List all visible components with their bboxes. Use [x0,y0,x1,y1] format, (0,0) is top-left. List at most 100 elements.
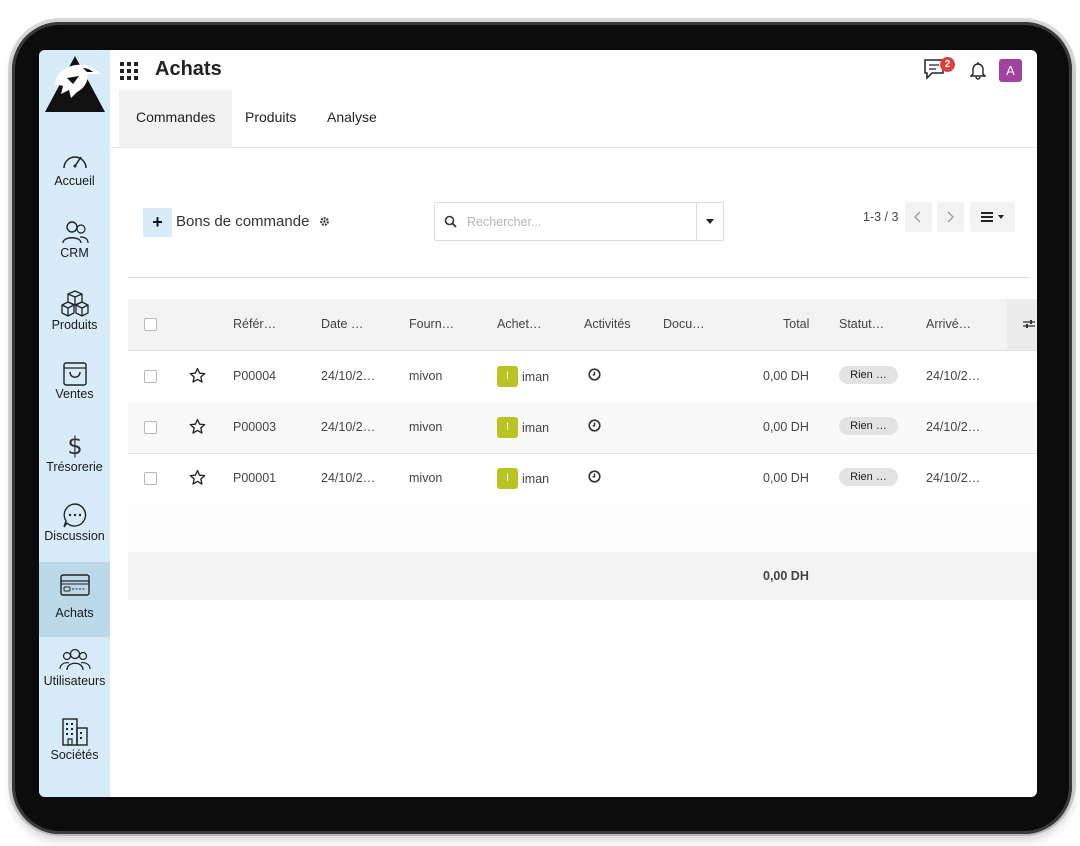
star-icon[interactable] [189,469,206,486]
list-view-icon [981,212,993,222]
column-header-buyer[interactable]: Achet… [497,317,541,331]
search-options-toggle[interactable] [696,203,723,240]
cell-date: 24/10/2… [321,369,376,383]
breadcrumb: Bons de commande [176,213,310,230]
module-tabs: Commandes Produits Analyse [110,90,1037,148]
cell-reference: P00004 [233,369,277,383]
gear-icon[interactable] [319,216,330,227]
cell-supplier: mivon [409,420,443,434]
screen: Accueil CRM Produits Ventes $ Trésorerie… [39,50,1037,797]
cell-total: 0,00 DH [763,369,809,383]
cell-arrival: 24/10/2… [926,471,981,485]
clock-icon[interactable] [588,419,601,432]
sidebar-item-discussion[interactable]: Discussion [39,501,110,571]
optional-columns-toggle[interactable] [1007,299,1037,350]
chevron-right-icon [947,211,954,223]
cell-date: 24/10/2… [321,420,376,434]
tab-analyse[interactable]: Analyse [310,90,394,147]
sidebar-item-accueil[interactable]: Accueil [39,148,110,218]
row-checkbox[interactable] [144,370,157,383]
cell-arrival: 24/10/2… [926,420,981,434]
cell-buyer: iman [522,421,550,435]
column-header-total[interactable]: Total [783,317,809,331]
star-icon[interactable] [189,367,206,384]
view-switcher-button[interactable] [970,202,1015,232]
card-icon [59,574,90,596]
row-checkbox[interactable] [144,421,157,434]
column-header-status[interactable]: Statut… [839,317,884,331]
pager-previous-button[interactable] [905,202,932,232]
cell-arrival: 24/10/2… [926,369,981,383]
sidebar-item-label: Achats [55,606,94,620]
cell-total: 0,00 DH [763,471,809,485]
sidebar: Accueil CRM Produits Ventes $ Trésorerie… [39,50,110,797]
user-avatar[interactable]: A [999,59,1022,82]
empty-row [128,504,1037,553]
table-footer: 0,00 DH [128,552,1037,600]
sidebar-item-label: Trésorerie [46,460,103,474]
sidebar-item-label: Produits [51,318,98,332]
column-header-date[interactable]: Date … [321,317,363,331]
total-sum: 0,00 DH [763,569,809,583]
sidebar-item-label: Ventes [55,387,94,401]
sidebar-item-societes[interactable]: Sociétés [39,716,110,786]
bell-icon[interactable] [970,60,986,80]
cell-reference: P00003 [233,420,277,434]
search-bar [434,202,724,241]
shopping-bag-icon [62,362,87,386]
table-row[interactable]: P00001 24/10/2… mivon I iman 0,00 DH Rie… [128,453,1037,505]
dollar-icon: $ [67,432,82,460]
clock-icon[interactable] [588,368,601,381]
caret-down-icon [706,219,714,224]
clock-icon[interactable] [588,470,601,483]
sidebar-item-label: CRM [60,246,89,260]
cell-buyer: iman [522,370,550,384]
buyer-avatar: I [497,417,518,438]
buyer-avatar: I [497,366,518,387]
cell-date: 24/10/2… [321,471,376,485]
column-header-supplier[interactable]: Fourn… [409,317,454,331]
svg-text:$: $ [67,432,82,460]
sidebar-item-label: Utilisateurs [43,674,106,688]
chat-bubble-icon [62,503,86,528]
status-badge: Rien … [839,468,898,486]
tab-produits[interactable]: Produits [228,90,313,147]
apps-grid-icon[interactable] [120,62,138,80]
table-row[interactable]: P00003 24/10/2… mivon I iman 0,00 DH Rie… [128,402,1037,454]
select-all-checkbox[interactable] [144,318,157,331]
row-checkbox[interactable] [144,472,157,485]
sidebar-item-produits[interactable]: Produits [39,288,110,358]
column-header-source-document[interactable]: Docu… [663,317,705,331]
column-header-arrival[interactable]: Arrivé… [926,317,971,331]
sidebar-item-utilisateurs[interactable]: Utilisateurs [39,646,110,716]
cell-buyer: iman [522,472,550,486]
group-icon [58,648,91,671]
pager-next-button[interactable] [937,202,964,232]
sidebar-item-tresorerie[interactable]: $ Trésorerie [39,430,110,500]
pager-value[interactable]: 1-3 / 3 [863,210,898,224]
sidebar-item-crm[interactable]: CRM [39,218,110,288]
top-bar: Achats 2 A [110,50,1037,90]
table-header: Référ… Date … Fourn… Achet… Activités Do… [128,299,1037,351]
cell-total: 0,00 DH [763,420,809,434]
search-icon [444,215,457,228]
column-header-reference[interactable]: Référ… [233,317,276,331]
column-header-activities[interactable]: Activités [584,317,631,331]
new-button[interactable]: + [143,208,172,237]
notification-badge: 2 [940,57,955,72]
app-title: Achats [155,58,222,80]
sidebar-item-ventes[interactable]: Ventes [39,359,110,429]
divider [128,277,1029,278]
eagle-logo-icon[interactable] [43,54,107,114]
tab-commandes[interactable]: Commandes [119,90,233,147]
buildings-icon [61,718,88,746]
star-icon[interactable] [189,418,206,435]
sidebar-item-achats[interactable]: Achats [39,562,110,637]
caret-down-icon [998,215,1004,219]
search-input[interactable] [465,211,694,233]
chevron-left-icon [914,211,921,223]
status-badge: Rien … [839,366,898,384]
sidebar-item-label: Discussion [44,529,105,543]
buyer-avatar: I [497,468,518,489]
table-row[interactable]: P00004 24/10/2… mivon I iman 0,00 DH Rie… [128,351,1037,403]
